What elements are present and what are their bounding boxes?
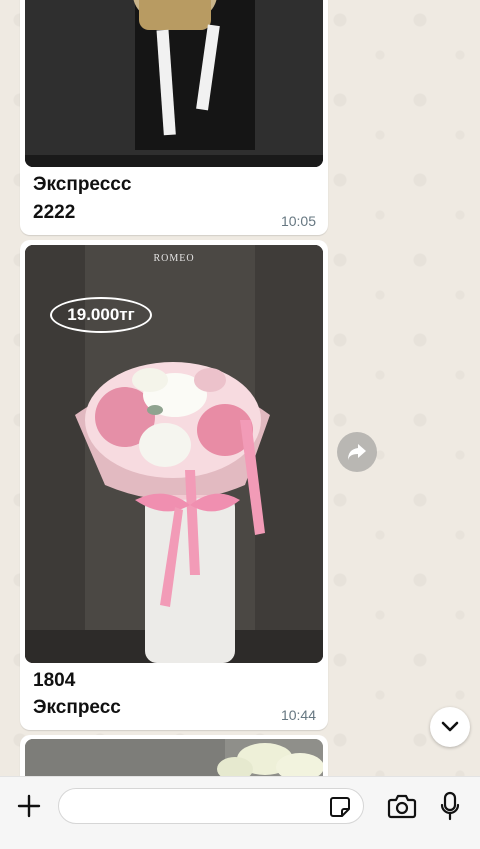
message-photo[interactable]: ROMEO 19.000тг — [25, 245, 323, 663]
bouquet-photo-graphic — [25, 0, 323, 167]
message-caption-line2: Экспресс — [33, 697, 121, 718]
price-tag: 19.000тг — [50, 297, 152, 333]
message-composer — [0, 776, 480, 849]
attach-button[interactable] — [12, 789, 46, 823]
message-caption-line1: 1804 — [33, 670, 76, 691]
sticker-icon — [330, 797, 350, 817]
brand-watermark: ROMEO — [153, 253, 195, 264]
microphone-icon — [440, 791, 460, 821]
camera-button[interactable] — [384, 789, 420, 823]
forward-icon — [348, 444, 366, 460]
scroll-to-bottom-button[interactable] — [430, 707, 470, 747]
message-input[interactable] — [58, 788, 364, 824]
forward-button[interactable] — [337, 432, 377, 472]
message-photo[interactable] — [25, 0, 323, 167]
message-caption-line2: 2222 — [33, 202, 76, 223]
message-time: 10:05 — [280, 213, 316, 229]
message-time: 10:44 — [280, 707, 316, 723]
camera-icon — [387, 794, 417, 819]
media-message-bubble[interactable]: Экспрессс 2222 10:05 — [20, 0, 328, 235]
message-caption-line1: Экспрессс — [33, 174, 132, 195]
media-message-bubble[interactable]: ROMEO 19.000тг 1804 Экспресс 10:44 — [20, 240, 328, 730]
plus-icon — [17, 794, 41, 818]
sticker-button[interactable] — [326, 793, 354, 821]
chevron-down-icon — [441, 721, 459, 732]
voice-message-button[interactable] — [436, 787, 464, 825]
